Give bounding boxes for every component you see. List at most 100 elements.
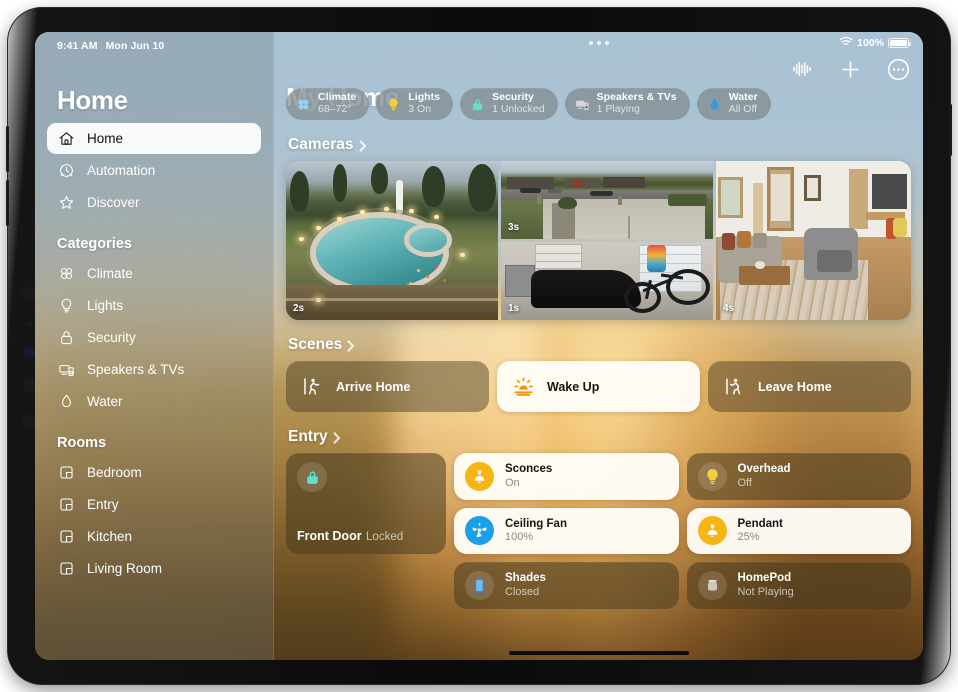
accessory-sconces[interactable]: Sconces On: [454, 453, 679, 500]
power-button[interactable]: [949, 104, 952, 156]
sidebar-item-discover[interactable]: Discover: [47, 187, 261, 218]
sidebar-item-climate[interactable]: Climate: [47, 258, 261, 289]
sidebar-item-kitchen[interactable]: Kitchen: [47, 521, 261, 552]
sidebar-item-living-room[interactable]: Living Room: [47, 553, 261, 584]
status-pills-row: Climate 68–72° Lights 3 On Security 1 Un…: [286, 88, 911, 120]
scene-leave-home[interactable]: Leave Home: [708, 361, 911, 412]
lock-icon: [297, 462, 327, 492]
status-pill-water[interactable]: Water All Off: [696, 88, 771, 120]
water-drop-icon: [707, 97, 722, 112]
status-pill-climate[interactable]: Climate 68–72°: [286, 88, 370, 120]
sidebar-item-label: Discover: [87, 195, 140, 210]
sconce-lamp-icon: [465, 461, 494, 491]
sunrise-icon: [512, 376, 534, 398]
house-icon: [57, 129, 76, 148]
accessory-pendant[interactable]: Pendant 25%: [686, 507, 911, 554]
volume-up-button[interactable]: [6, 126, 9, 172]
pill-value: 68–72°: [318, 103, 352, 115]
accessory-name: HomePod: [737, 572, 792, 585]
pill-value: 1 Unlocked: [492, 103, 545, 115]
home-indicator[interactable]: [508, 650, 689, 655]
ipad-device-frame: 9:41 AM Mon Jun 10 Home Home Automation: [6, 8, 952, 684]
accessory-name: Sconces: [505, 463, 553, 476]
speaker-tv-icon: [575, 97, 590, 112]
homepod-icon: [697, 570, 727, 600]
sidebar-item-bedroom[interactable]: Bedroom: [47, 457, 261, 488]
accessory-ceiling-fan[interactable]: Ceiling Fan 100%: [454, 507, 679, 554]
water-drop-icon: [57, 392, 76, 411]
accessory-front-door[interactable]: Front Door Locked: [286, 453, 446, 554]
scene-arrive-home[interactable]: Arrive Home: [286, 361, 489, 412]
lightbulb-icon: [386, 97, 401, 112]
status-time: 9:41 AM: [57, 40, 98, 52]
room-icon: [57, 463, 76, 482]
lock-icon: [57, 328, 76, 347]
cameras-grid: 2s 3s 1s 4s: [286, 161, 911, 320]
blinds-icon: [465, 570, 494, 600]
sidebar-item-label: Water: [87, 394, 123, 409]
status-pill-speakers-tvs[interactable]: Speakers & TVs 1 Playing: [564, 88, 690, 120]
person-leave-icon: [723, 376, 745, 398]
accessory-name: Pendant: [737, 517, 783, 530]
sidebar-item-home[interactable]: Home: [47, 123, 261, 154]
ellipsis-circle-icon[interactable]: [885, 56, 911, 82]
section-title: Scenes: [288, 336, 343, 353]
scene-wake-up[interactable]: Wake Up: [497, 361, 700, 412]
chevron-right-icon: [359, 139, 367, 152]
accessory-name: Front Door: [297, 529, 362, 543]
camera-tile-living-room[interactable]: 4s: [716, 161, 911, 320]
accessory-overhead[interactable]: Overhead Off: [686, 453, 911, 500]
accessory-shades[interactable]: Shades Closed: [454, 562, 679, 609]
sidebar-item-label: Bedroom: [87, 465, 142, 480]
sidebar-item-security[interactable]: Security: [47, 322, 261, 353]
sidebar-item-lights[interactable]: Lights: [47, 290, 261, 321]
scene-label: Arrive Home: [336, 379, 411, 394]
person-arrive-icon: [301, 376, 323, 398]
pill-value: All Off: [728, 103, 758, 115]
section-header-cameras[interactable]: Cameras: [288, 136, 911, 154]
status-pill-security[interactable]: Security 1 Unlocked: [460, 88, 558, 120]
status-pill-lights[interactable]: Lights 3 On: [376, 88, 454, 120]
section-title: Entry: [288, 428, 328, 445]
volume-down-button[interactable]: [6, 180, 9, 226]
accessory-state: On: [505, 476, 520, 489]
status-date: Mon Jun 10: [105, 40, 165, 52]
multitasking-dots-icon[interactable]: [588, 41, 609, 45]
ceiling-fan-icon: [465, 516, 494, 546]
accessory-homepod[interactable]: HomePod Not Playing: [686, 562, 911, 609]
room-icon: [57, 495, 76, 514]
sidebar-item-water[interactable]: Water: [47, 386, 261, 417]
sidebar-item-entry[interactable]: Entry: [47, 489, 261, 520]
battery-icon: [888, 37, 911, 49]
clock-badge-icon: [57, 161, 76, 180]
sidebar-item-label: Automation: [87, 163, 156, 178]
sidebar-item-automation[interactable]: Automation: [47, 155, 261, 186]
plus-icon[interactable]: [837, 56, 863, 82]
indicator-led-dot: [24, 347, 35, 358]
sidebar-item-speakers-tvs[interactable]: Speakers & TVs: [47, 354, 261, 385]
sidebar-heading-rooms: Rooms: [57, 435, 107, 451]
scenes-row: Arrive Home Wake Up Leave Home: [286, 361, 911, 412]
sidebar-item-label: Speakers & TVs: [87, 362, 185, 377]
entry-right-column: Sconces On Overhead Off Ceiling Fan 100%…: [454, 453, 911, 609]
camera-timestamp: 2s: [293, 303, 305, 314]
fan-icon: [57, 264, 76, 283]
section-header-entry[interactable]: Entry: [288, 428, 911, 446]
star-icon: [57, 193, 76, 212]
chevron-right-icon: [333, 431, 341, 444]
camera-tile-driveway[interactable]: 3s: [501, 161, 713, 239]
section-header-scenes[interactable]: Scenes: [288, 336, 911, 354]
sidebar-item-label: Lights: [87, 298, 124, 313]
camera-tile-pool[interactable]: 2s: [286, 161, 498, 320]
sidebar-item-label: Kitchen: [87, 529, 133, 544]
accessory-state: Closed: [505, 585, 540, 598]
room-icon: [57, 527, 76, 546]
lock-icon: [470, 97, 485, 112]
section-title: Cameras: [288, 136, 354, 153]
wifi-icon: [839, 36, 853, 50]
waveform-icon[interactable]: [789, 56, 815, 82]
accessory-name: Shades: [505, 572, 546, 585]
main-toolbar: [789, 56, 911, 82]
camera-tile-garage[interactable]: 1s: [501, 242, 713, 320]
main-scroll-area[interactable]: Climate 68–72° Lights 3 On Security 1 Un…: [274, 32, 923, 660]
